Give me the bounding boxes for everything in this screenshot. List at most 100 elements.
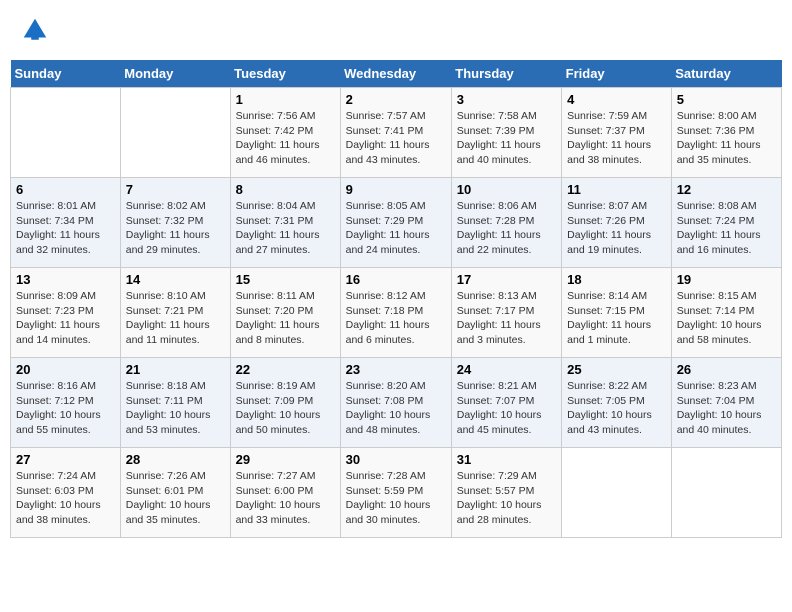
day-number: 3 [457, 92, 556, 107]
day-number: 5 [677, 92, 776, 107]
day-info: Sunrise: 7:27 AM Sunset: 6:00 PM Dayligh… [236, 469, 335, 528]
calendar-week-row: 20 Sunrise: 8:16 AM Sunset: 7:12 PM Dayli… [11, 358, 782, 448]
logo [20, 15, 56, 45]
day-info: Sunrise: 8:02 AM Sunset: 7:32 PM Dayligh… [126, 199, 225, 258]
day-number: 2 [346, 92, 446, 107]
calendar-cell: 13 Sunrise: 8:09 AM Sunset: 7:23 PM Dayli… [11, 268, 121, 358]
day-info: Sunrise: 8:20 AM Sunset: 7:08 PM Dayligh… [346, 379, 446, 438]
calendar-cell: 23Sunrise: 8:20 AM Sunset: 7:08 PM Dayli… [340, 358, 451, 448]
calendar-table: SundayMondayTuesdayWednesdayThursdayFrid… [10, 60, 782, 538]
day-info: Sunrise: 8:23 AM Sunset: 7:04 PM Dayligh… [677, 379, 776, 438]
calendar-cell: 31 Sunrise: 7:29 AM Sunset: 5:57 PM Dayli… [451, 448, 561, 538]
calendar-week-row: 6 Sunrise: 8:01 AM Sunset: 7:34 PM Daylig… [11, 178, 782, 268]
weekday-header: Sunday [11, 60, 121, 88]
day-number: 18 [567, 272, 666, 287]
day-info: Sunrise: 7:57 AM Sunset: 7:41 PM Dayligh… [346, 109, 446, 168]
day-info: Sunrise: 8:22 AM Sunset: 7:05 PM Dayligh… [567, 379, 666, 438]
day-number: 27 [16, 452, 115, 467]
weekday-header: Wednesday [340, 60, 451, 88]
day-info: Sunrise: 7:56 AM Sunset: 7:42 PM Dayligh… [236, 109, 335, 168]
calendar-week-row: 27 Sunrise: 7:24 AM Sunset: 6:03 PM Dayli… [11, 448, 782, 538]
day-number: 4 [567, 92, 666, 107]
day-info: Sunrise: 8:13 AM Sunset: 7:17 PM Dayligh… [457, 289, 556, 348]
calendar-cell: 8Sunrise: 8:04 AM Sunset: 7:31 PM Daylig… [230, 178, 340, 268]
day-number: 11 [567, 182, 666, 197]
calendar-cell: 2 Sunrise: 7:57 AM Sunset: 7:41 PM Daylig… [340, 88, 451, 178]
calendar-cell: 5 Sunrise: 8:00 AM Sunset: 7:36 PM Daylig… [671, 88, 781, 178]
day-number: 29 [236, 452, 335, 467]
weekday-header: Friday [562, 60, 672, 88]
calendar-cell: 14 Sunrise: 8:10 AM Sunset: 7:21 PM Dayli… [120, 268, 230, 358]
day-info: Sunrise: 7:59 AM Sunset: 7:37 PM Dayligh… [567, 109, 666, 168]
weekday-header: Thursday [451, 60, 561, 88]
calendar-cell: 21 Sunrise: 8:18 AM Sunset: 7:11 PM Dayli… [120, 358, 230, 448]
day-number: 15 [236, 272, 335, 287]
day-info: Sunrise: 8:00 AM Sunset: 7:36 PM Dayligh… [677, 109, 776, 168]
calendar-cell: 30 Sunrise: 7:28 AM Sunset: 5:59 PM Dayli… [340, 448, 451, 538]
calendar-week-row: 1 Sunrise: 7:56 AM Sunset: 7:42 PM Daylig… [11, 88, 782, 178]
day-info: Sunrise: 8:10 AM Sunset: 7:21 PM Dayligh… [126, 289, 225, 348]
calendar-cell: 18 Sunrise: 8:14 AM Sunset: 7:15 PM Dayli… [562, 268, 672, 358]
calendar-cell: 4 Sunrise: 7:59 AM Sunset: 7:37 PM Daylig… [562, 88, 672, 178]
day-number: 30 [346, 452, 446, 467]
calendar-cell: 29 Sunrise: 7:27 AM Sunset: 6:00 PM Dayli… [230, 448, 340, 538]
day-info: Sunrise: 8:06 AM Sunset: 7:28 PM Dayligh… [457, 199, 556, 258]
day-number: 9 [346, 182, 446, 197]
day-number: 1 [236, 92, 335, 107]
day-number: 24 [457, 362, 556, 377]
calendar-cell [562, 448, 672, 538]
calendar-cell [11, 88, 121, 178]
calendar-cell: 27 Sunrise: 7:24 AM Sunset: 6:03 PM Dayli… [11, 448, 121, 538]
day-number: 21 [126, 362, 225, 377]
calendar-cell: 20 Sunrise: 8:16 AM Sunset: 7:12 PM Dayli… [11, 358, 121, 448]
day-info: Sunrise: 8:11 AM Sunset: 7:20 PM Dayligh… [236, 289, 335, 348]
day-number: 14 [126, 272, 225, 287]
calendar-cell: 9 Sunrise: 8:05 AM Sunset: 7:29 PM Daylig… [340, 178, 451, 268]
day-info: Sunrise: 7:24 AM Sunset: 6:03 PM Dayligh… [16, 469, 115, 528]
day-info: Sunrise: 7:58 AM Sunset: 7:39 PM Dayligh… [457, 109, 556, 168]
day-info: Sunrise: 8:18 AM Sunset: 7:11 PM Dayligh… [126, 379, 225, 438]
day-number: 26 [677, 362, 776, 377]
day-number: 12 [677, 182, 776, 197]
calendar-cell: 17Sunrise: 8:13 AM Sunset: 7:17 PM Dayli… [451, 268, 561, 358]
day-info: Sunrise: 8:07 AM Sunset: 7:26 PM Dayligh… [567, 199, 666, 258]
weekday-header-row: SundayMondayTuesdayWednesdayThursdayFrid… [11, 60, 782, 88]
calendar-cell: 28 Sunrise: 7:26 AM Sunset: 6:01 PM Dayli… [120, 448, 230, 538]
day-number: 22 [236, 362, 335, 377]
day-info: Sunrise: 8:09 AM Sunset: 7:23 PM Dayligh… [16, 289, 115, 348]
day-info: Sunrise: 7:26 AM Sunset: 6:01 PM Dayligh… [126, 469, 225, 528]
day-info: Sunrise: 8:05 AM Sunset: 7:29 PM Dayligh… [346, 199, 446, 258]
weekday-header: Tuesday [230, 60, 340, 88]
day-info: Sunrise: 8:15 AM Sunset: 7:14 PM Dayligh… [677, 289, 776, 348]
day-number: 6 [16, 182, 115, 197]
day-info: Sunrise: 8:16 AM Sunset: 7:12 PM Dayligh… [16, 379, 115, 438]
day-info: Sunrise: 8:21 AM Sunset: 7:07 PM Dayligh… [457, 379, 556, 438]
calendar-cell: 10Sunrise: 8:06 AM Sunset: 7:28 PM Dayli… [451, 178, 561, 268]
calendar-cell: 15 Sunrise: 8:11 AM Sunset: 7:20 PM Dayli… [230, 268, 340, 358]
calendar-cell: 11 Sunrise: 8:07 AM Sunset: 7:26 PM Dayli… [562, 178, 672, 268]
calendar-cell: 24 Sunrise: 8:21 AM Sunset: 7:07 PM Dayli… [451, 358, 561, 448]
calendar-cell: 3 Sunrise: 7:58 AM Sunset: 7:39 PM Daylig… [451, 88, 561, 178]
day-number: 31 [457, 452, 556, 467]
day-number: 8 [236, 182, 335, 197]
day-info: Sunrise: 7:28 AM Sunset: 5:59 PM Dayligh… [346, 469, 446, 528]
day-info: Sunrise: 7:29 AM Sunset: 5:57 PM Dayligh… [457, 469, 556, 528]
day-number: 20 [16, 362, 115, 377]
day-info: Sunrise: 8:14 AM Sunset: 7:15 PM Dayligh… [567, 289, 666, 348]
day-number: 25 [567, 362, 666, 377]
day-number: 13 [16, 272, 115, 287]
calendar-cell: 25 Sunrise: 8:22 AM Sunset: 7:05 PM Dayli… [562, 358, 672, 448]
day-number: 28 [126, 452, 225, 467]
day-info: Sunrise: 8:01 AM Sunset: 7:34 PM Dayligh… [16, 199, 115, 258]
day-info: Sunrise: 8:19 AM Sunset: 7:09 PM Dayligh… [236, 379, 335, 438]
calendar-cell: 16Sunrise: 8:12 AM Sunset: 7:18 PM Dayli… [340, 268, 451, 358]
day-info: Sunrise: 8:12 AM Sunset: 7:18 PM Dayligh… [346, 289, 446, 348]
calendar-week-row: 13 Sunrise: 8:09 AM Sunset: 7:23 PM Dayli… [11, 268, 782, 358]
calendar-cell: 22 Sunrise: 8:19 AM Sunset: 7:09 PM Dayli… [230, 358, 340, 448]
calendar-cell: 6 Sunrise: 8:01 AM Sunset: 7:34 PM Daylig… [11, 178, 121, 268]
day-number: 7 [126, 182, 225, 197]
calendar-cell: 1 Sunrise: 7:56 AM Sunset: 7:42 PM Daylig… [230, 88, 340, 178]
calendar-cell: 12Sunrise: 8:08 AM Sunset: 7:24 PM Dayli… [671, 178, 781, 268]
calendar-cell: 26 Sunrise: 8:23 AM Sunset: 7:04 PM Dayli… [671, 358, 781, 448]
calendar-cell [671, 448, 781, 538]
